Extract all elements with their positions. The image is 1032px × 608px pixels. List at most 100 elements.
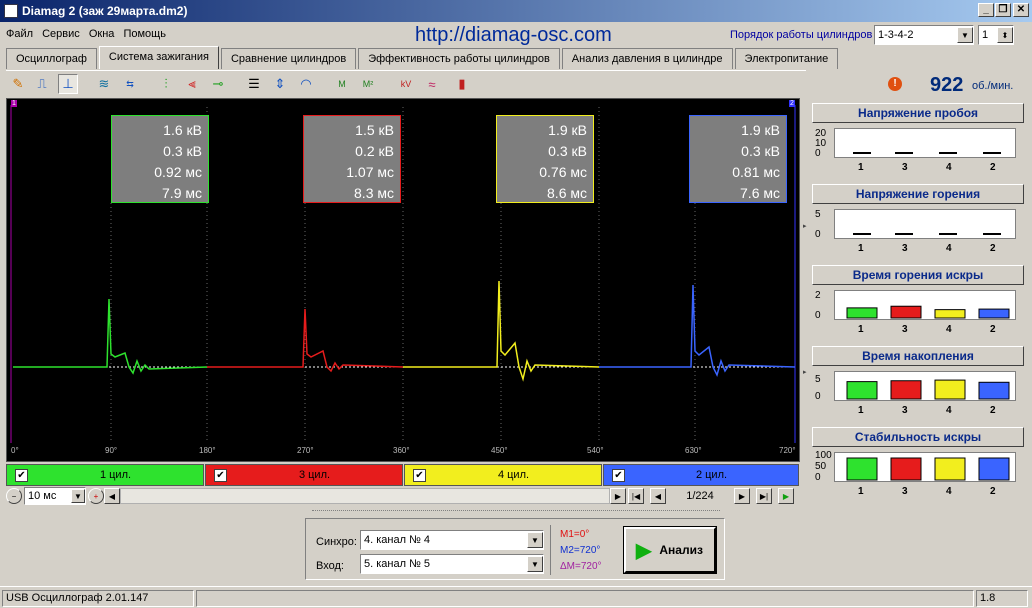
marker-m2: M2=720° (560, 545, 601, 556)
bar-cyl-2 (978, 457, 1010, 481)
x-tick-label: 630° (685, 446, 702, 455)
channel-cyl-1[interactable]: ✔ 1 цил. (6, 464, 204, 486)
m2-icon[interactable]: M² (358, 74, 378, 94)
status-message (196, 590, 974, 607)
oscilloscope-display[interactable]: 1 2 1.6 кВ 0.3 кВ 0.92 мс 7.9 мс 1.5 кВ … (6, 98, 800, 462)
cyl-4-info: 1.9 кВ 0.3 кВ 0.76 мс 8.6 мс (496, 115, 594, 203)
cylinder-order-select[interactable]: 1-3-4-2 ▼ (874, 25, 974, 45)
chevron-down-icon[interactable]: ▼ (71, 489, 85, 503)
checkbox-cyl-2[interactable]: ✔ (612, 468, 625, 482)
scroll-right-button[interactable]: ▶ (610, 488, 626, 504)
y-tick: 0 (815, 391, 821, 402)
lines-icon[interactable]: ☰ (244, 74, 264, 94)
spectrum-icon[interactable]: ≈ (422, 74, 442, 94)
y-tick: 0 (815, 148, 821, 159)
menu-file[interactable]: Файл (6, 28, 33, 40)
bar-cyl-3 (890, 380, 922, 400)
navigation-row: − 10 мс ▼ + ◀ ▶ |◀ ◀ 1/224 ▶ ▶| ▶ (6, 487, 800, 507)
category-label: 2 (990, 162, 996, 173)
wave-up-icon[interactable]: ⫷ (182, 74, 202, 94)
coil-icon[interactable]: ≋ (94, 74, 114, 94)
dwell-mini-chart (834, 371, 1016, 401)
cyl-4-dwell: 8.6 мс (547, 185, 587, 201)
checkbox-cyl-1[interactable]: ✔ (15, 468, 28, 482)
channel-cyl-3[interactable]: ✔ 3 цил. (205, 464, 403, 486)
kv-icon[interactable]: kV (396, 74, 416, 94)
step-down-icon[interactable]: ⊥ (58, 74, 78, 94)
divider (550, 525, 551, 575)
bottom-splitter[interactable] (312, 510, 720, 516)
last-page-button[interactable]: ▶| (756, 488, 772, 504)
horizontal-scrollbar[interactable] (120, 488, 610, 504)
cursor-icon[interactable]: ✎ (8, 74, 28, 94)
prev-page-button[interactable]: ◀ (650, 488, 666, 504)
m-icon[interactable]: M (332, 74, 352, 94)
cyl-2-info: 1.9 кВ 0.3 кВ 0.81 мс 7.6 мс (689, 115, 787, 203)
status-version: 1.8 (976, 590, 1028, 607)
cylinder-order-label: Порядок работы цилиндров (730, 29, 873, 41)
step-icon[interactable]: ⎍ (32, 74, 52, 94)
marker-m1: M1=0° (560, 529, 590, 540)
zoom-out-icon[interactable]: − (6, 488, 22, 504)
x-tick-label: 450° (491, 446, 508, 455)
category-label: 2 (990, 324, 996, 335)
chevron-down-icon[interactable]: ▼ (527, 532, 543, 548)
minimize-button[interactable]: _ (978, 3, 994, 17)
cyl-4-breakdown: 1.9 кВ (548, 122, 587, 138)
checkbox-cyl-3[interactable]: ✔ (214, 468, 227, 482)
close-button[interactable]: ✕ (1013, 3, 1029, 17)
play-button[interactable]: ▶ (778, 488, 794, 504)
bars-icon[interactable]: ▮ (452, 74, 472, 94)
order-icon[interactable]: ⇆ (120, 74, 140, 94)
measure-icon[interactable]: ⇕ (270, 74, 290, 94)
menu-windows[interactable]: Окна (89, 28, 115, 40)
timer-icon[interactable]: ◠ (296, 74, 316, 94)
panel-burn-voltage-title[interactable]: Напряжение горения (812, 184, 1024, 204)
splitter-arrow-icon[interactable]: ▸ (803, 368, 809, 382)
time-scale-select[interactable]: 10 мс ▼ (24, 487, 86, 505)
tab-power[interactable]: Электропитание (734, 48, 839, 69)
spin-arrows-icon[interactable]: ⬍ (997, 27, 1013, 43)
y-tick: 0 (815, 310, 821, 321)
panel-dwell-title[interactable]: Время накопления (812, 346, 1024, 366)
cyl-2-burn-time: 0.81 мс (732, 164, 780, 180)
first-page-button[interactable]: |◀ (628, 488, 644, 504)
zoom-in-icon[interactable]: + (88, 488, 104, 504)
tab-oscilloscope[interactable]: Осциллограф (6, 48, 97, 69)
order-spin[interactable]: 1 ⬍ (978, 25, 1014, 45)
menu-service[interactable]: Сервис (42, 28, 80, 40)
tab-pressure[interactable]: Анализ давления в цилиндре (561, 48, 733, 69)
channel-cyl-4[interactable]: ✔ 4 цил. (404, 464, 602, 486)
tab-ignition[interactable]: Система зажигания (98, 46, 219, 69)
site-url[interactable]: http://diamag-osc.com (415, 24, 612, 47)
dwell-bars (846, 379, 1010, 400)
y-tick: 5 (815, 374, 821, 385)
breakdown-bars (853, 152, 1001, 154)
category-label: 3 (902, 243, 908, 254)
chevron-down-icon[interactable]: ▼ (527, 556, 543, 572)
wave-group-icon[interactable]: ⫶ (156, 74, 176, 94)
tab-efficiency[interactable]: Эффективность работы цилиндров (358, 48, 560, 69)
scroll-left-button[interactable]: ◀ (104, 488, 120, 504)
checkbox-cyl-4[interactable]: ✔ (413, 468, 426, 482)
channel-cyl-2[interactable]: ✔ 2 цил. (603, 464, 799, 486)
input-select[interactable]: 5. канал № 5 ▼ (360, 554, 544, 574)
panel-breakdown-title[interactable]: Напряжение пробоя (812, 103, 1024, 123)
panel-spark-time-title[interactable]: Время горения искры (812, 265, 1024, 285)
menu-help[interactable]: Помощь (123, 28, 166, 40)
maximize-button[interactable]: ❐ (995, 3, 1011, 17)
sync-select[interactable]: 4. канал № 4 ▼ (360, 530, 544, 550)
y-tick: 100 (815, 450, 832, 461)
warning-icon[interactable]: ! (888, 77, 902, 91)
next-page-button[interactable]: ▶ (734, 488, 750, 504)
x-tick-label: 0° (11, 446, 19, 455)
analyze-button[interactable]: ▶ Анализ (623, 526, 717, 574)
splitter-arrow-icon[interactable]: ▸ (803, 222, 809, 236)
tab-cylinder-compare[interactable]: Сравнение цилиндров (220, 48, 357, 69)
chevron-down-icon[interactable]: ▼ (957, 27, 973, 43)
category-label: 3 (902, 162, 908, 173)
tab-strip: Осциллограф Система зажигания Сравнение … (6, 46, 840, 70)
panel-stability-title[interactable]: Стабильность искры (812, 427, 1024, 447)
wave-flat-icon[interactable]: ⊸ (208, 74, 228, 94)
cyl-4-burn-time: 0.76 мс (539, 164, 587, 180)
